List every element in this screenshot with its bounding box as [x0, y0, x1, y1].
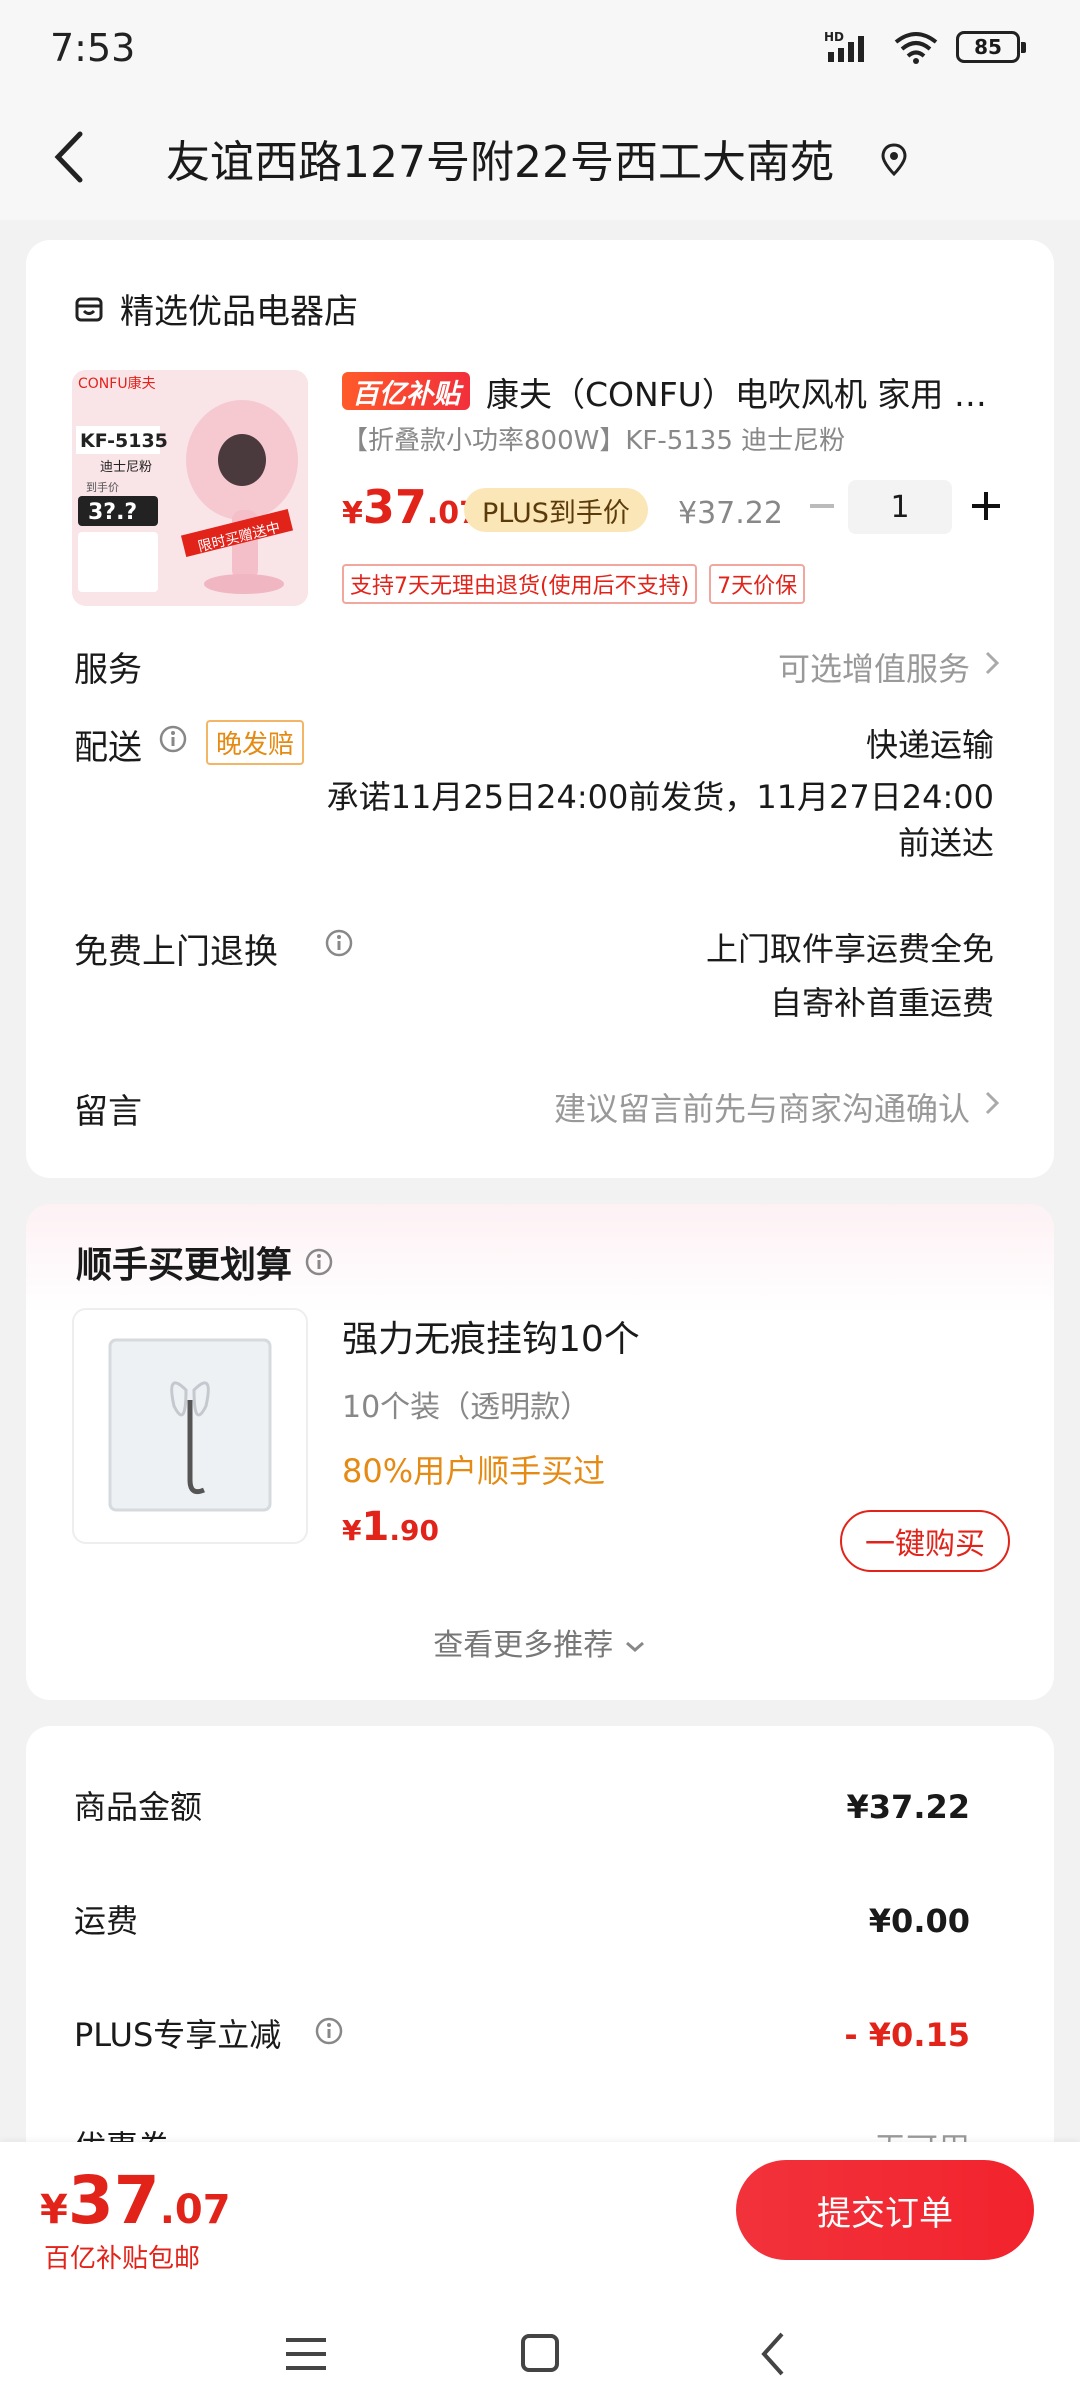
recommend-info-icon[interactable] — [304, 1247, 334, 1277]
recommend-item-price: ¥1.90 — [342, 1504, 439, 1550]
shipping-label: 运费 — [74, 1902, 139, 1940]
svg-text:3?.?: 3?.? — [88, 500, 137, 525]
product-spec[interactable]: 【折叠款小功率800W】KF-5135 迪士尼粉 — [342, 420, 845, 457]
recommend-title-text: 顺手买更划算 — [76, 1245, 293, 1286]
svg-text:KF-5135: KF-5135 — [80, 430, 168, 452]
svg-text:到手价: 到手价 — [86, 480, 119, 494]
status-icons: HD 85 — [824, 30, 1026, 64]
total-price: ¥ 37 .07 — [40, 2162, 231, 2239]
total-price-integer: 37 — [67, 2162, 160, 2239]
delivery-promise-line2: 前送达 — [897, 824, 994, 862]
shipping-value: ¥0.00 — [868, 1902, 970, 1940]
recommend-item-name[interactable]: 强力无痕挂钩10个 — [342, 1310, 640, 1362]
quantity-field[interactable]: 1 — [848, 480, 952, 534]
chevron-right-icon — [985, 1091, 1000, 1115]
product-price: ¥ 37 .07 — [342, 480, 480, 534]
plus-discount-value: - ¥0.15 — [844, 2016, 970, 2054]
svg-text:迪士尼粉: 迪士尼粉 — [100, 460, 152, 475]
more-recommend-link[interactable]: 查看更多推荐 — [26, 1620, 1054, 1664]
price-protect-tag: 7天价保 — [709, 564, 806, 604]
free-return-value-line2: 自寄补首重运费 — [769, 984, 994, 1022]
rec-price-decimal: .90 — [389, 1514, 439, 1547]
product-image[interactable]: CONFU康夫 KF-5135 迪士尼粉 到手价 3?.? 限时买赠送中 — [72, 370, 308, 606]
svg-text:HD: HD — [824, 30, 844, 44]
back-nav-icon[interactable] — [744, 2328, 804, 2380]
goods-amount-label: 商品金额 — [74, 1788, 203, 1826]
total-price-symbol: ¥ — [40, 2187, 68, 2233]
wifi-icon — [894, 32, 938, 64]
price-symbol: ¥ — [342, 496, 363, 531]
more-recommend-text: 查看更多推荐 — [433, 1628, 614, 1663]
menu-icon[interactable] — [276, 2328, 336, 2380]
return-policy-tag: 支持7天无理由退货(使用后不支持) — [342, 564, 698, 604]
subsidy-badge: 百亿补贴 — [342, 372, 470, 410]
recommend-item-image[interactable] — [72, 1308, 308, 1544]
product-title[interactable]: 康夫（CONFU）电吹风机 家用 … — [486, 368, 1026, 416]
header: 友谊西路127号附22号西工大南苑 — [0, 96, 1080, 220]
recommend-item-spec: 10个装（透明款） — [342, 1390, 591, 1425]
recommend-item-bought: 80%用户顺手买过 — [342, 1452, 606, 1490]
rec-price-symbol: ¥ — [342, 1514, 362, 1547]
submit-order-button[interactable]: 提交订单 — [736, 2160, 1034, 2260]
checkout-bar: ¥ 37 .07 百亿补贴包邮 提交订单 — [0, 2142, 1080, 2400]
free-return-label: 免费上门退换 — [74, 932, 278, 972]
battery-level: 85 — [974, 35, 1002, 59]
rec-price-integer: 1 — [361, 1504, 390, 1550]
total-price-decimal: .07 — [159, 2187, 231, 2233]
quantity-minus-button[interactable] — [802, 486, 842, 526]
policy-tags: 支持7天无理由退货(使用后不支持) 7天价保 — [342, 564, 806, 604]
order-item-card: 精选优品电器店 CONFU康夫 KF-5135 迪士尼粉 到手价 3?.? 限时… — [26, 240, 1054, 1178]
status-bar: 7:53 HD 85 — [0, 0, 1080, 96]
free-return-value-line1: 上门取件享运费全免 — [705, 930, 994, 968]
plus-discount-label: PLUS专享立减 — [74, 2016, 282, 2054]
one-click-buy-button[interactable]: 一键购买 — [840, 1510, 1010, 1572]
original-price: ¥37.22 — [678, 496, 783, 531]
delivery-address[interactable]: 友谊西路127号附22号西工大南苑 — [166, 126, 834, 190]
chevron-down-icon — [625, 1641, 644, 1652]
total-note: 百亿补贴包邮 — [44, 2244, 201, 2274]
plus-discount-info-icon[interactable] — [314, 2016, 344, 2046]
late-compensation-tag: 晚发赔 — [206, 720, 305, 765]
recommend-title: 顺手买更划算 — [76, 1236, 334, 1288]
message-input[interactable]: 建议留言前先与商家沟通确认 — [554, 1084, 970, 1130]
delivery-method[interactable]: 快递运输 — [866, 720, 994, 766]
battery-icon: 85 — [956, 31, 1026, 63]
system-nav-bar — [0, 2310, 1080, 2400]
recommend-card: 顺手买更划算 强力无痕挂钩10个 10个装（透明款） 80%用户顺手买过 ¥1.… — [26, 1204, 1054, 1700]
home-icon[interactable] — [510, 2328, 570, 2380]
message-label: 留言 — [74, 1092, 142, 1132]
hook-image — [108, 1338, 272, 1512]
svg-text:CONFU康夫: CONFU康夫 — [78, 375, 156, 392]
status-time: 7:53 — [50, 26, 136, 70]
price-integer: 37 — [362, 480, 427, 534]
service-value[interactable]: 可选增值服务 — [778, 644, 970, 690]
delivery-info-icon[interactable] — [158, 724, 188, 754]
service-label: 服务 — [74, 650, 142, 690]
delivery-label: 配送 — [74, 728, 142, 768]
hair-dryer-image: CONFU康夫 KF-5135 迪士尼粉 到手价 3?.? 限时买赠送中 — [72, 370, 308, 606]
shop-name: 精选优品电器店 — [120, 292, 358, 332]
delivery-promise-line1: 承诺11月25日24:00前发货，11月27日24:00 — [326, 778, 994, 816]
quantity-plus-button[interactable] — [966, 486, 1006, 526]
shop-icon — [75, 297, 103, 321]
signal-icon: HD — [824, 30, 864, 62]
chevron-right-icon — [985, 651, 1000, 675]
goods-amount-value: ¥37.22 — [846, 1788, 970, 1826]
shop-row[interactable]: 精选优品电器店 — [74, 284, 358, 333]
location-pin-icon[interactable] — [878, 142, 910, 178]
return-info-icon[interactable] — [324, 928, 354, 958]
back-button[interactable] — [44, 122, 104, 192]
plus-price-tag: PLUS到手价 — [464, 488, 648, 532]
